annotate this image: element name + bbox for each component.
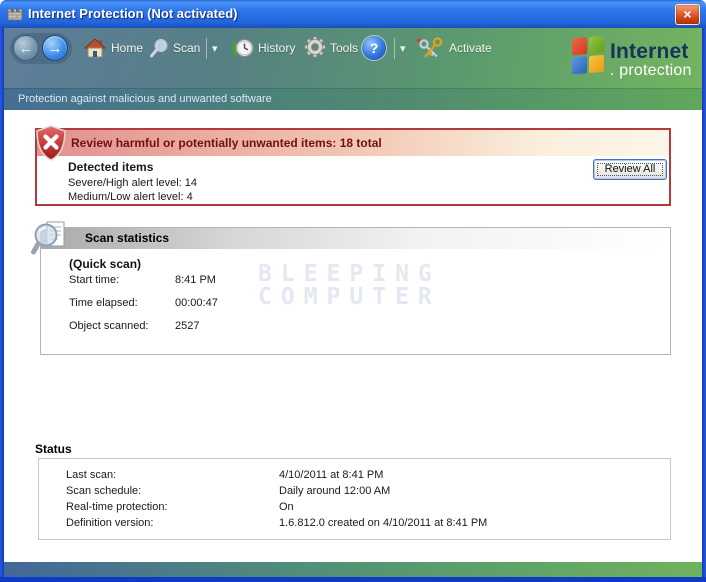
alert-banner: Review harmful or potentially unwanted i… bbox=[37, 130, 669, 156]
status-row-realtime-protection: Real-time protection: On bbox=[66, 501, 294, 513]
help-button[interactable]: ? bbox=[362, 36, 386, 60]
forward-arrow-icon: → bbox=[47, 40, 63, 57]
status-label: Definition version: bbox=[66, 517, 154, 529]
bottom-gradient-bar bbox=[4, 562, 702, 577]
status-value: 1.6.812.0 created on 4/10/2011 at 8:41 P… bbox=[279, 517, 488, 529]
status-section-title: Status bbox=[35, 442, 72, 456]
activate-button[interactable]: Activate bbox=[449, 41, 492, 55]
stat-label: Object scanned: bbox=[69, 320, 149, 332]
scan-button[interactable]: Scan bbox=[173, 41, 200, 55]
app-castle-icon bbox=[7, 8, 23, 21]
back-button[interactable]: ← bbox=[13, 35, 39, 61]
brand-logo: Internet . protection bbox=[610, 41, 692, 79]
scan-type: (Quick scan) bbox=[69, 257, 142, 271]
alert-banner-text: Review harmful or potentially unwanted i… bbox=[71, 136, 382, 150]
status-label: Scan schedule: bbox=[66, 485, 142, 497]
main-content: BLEEPING COMPUTER Review harmful or pote… bbox=[4, 110, 702, 562]
logo-pane-blue bbox=[572, 56, 587, 75]
scan-stats-magnifier-icon bbox=[31, 221, 65, 255]
status-row-last-scan: Last scan: 4/10/2011 at 8:41 PM bbox=[66, 469, 383, 481]
review-all-label: Review All bbox=[604, 163, 656, 175]
tools-button[interactable]: Tools bbox=[330, 41, 358, 55]
help-icon: ? bbox=[369, 40, 379, 56]
close-icon: × bbox=[683, 6, 692, 22]
alert-shield-icon bbox=[36, 125, 66, 161]
history-icon[interactable] bbox=[232, 37, 254, 59]
window-border-bottom bbox=[0, 577, 706, 582]
stat-row-start-time: Start time: 8:41 PM bbox=[69, 274, 216, 286]
separator bbox=[206, 38, 207, 59]
logo-pane-yellow bbox=[589, 54, 604, 73]
stat-label: Start time: bbox=[69, 274, 120, 286]
home-icon[interactable] bbox=[84, 38, 106, 58]
window-border-left bbox=[0, 28, 4, 577]
tagline-text: Protection against malicious and unwante… bbox=[18, 93, 272, 105]
status-label: Real-time protection: bbox=[66, 501, 168, 513]
forward-button[interactable]: → bbox=[42, 35, 68, 61]
windows-flag-logo bbox=[572, 35, 606, 77]
detected-items-block: Detected items Severe/High alert level: … bbox=[68, 160, 197, 204]
medium-alert-count: Medium/Low alert level: 4 bbox=[68, 191, 193, 203]
brand-name-top: Internet bbox=[610, 40, 689, 63]
toolbar-band: ← → Home Scan ▾ History Tools ? ▾ Activa… bbox=[0, 28, 706, 110]
scan-dropdown-caret-icon[interactable]: ▾ bbox=[212, 42, 218, 55]
window-border-right bbox=[702, 28, 706, 577]
stat-row-time-elapsed: Time elapsed: 00:00:47 bbox=[69, 297, 218, 309]
tagline-bar: Protection against malicious and unwante… bbox=[0, 88, 706, 110]
app-window: Internet Protection (Not activated) × ← … bbox=[0, 0, 706, 582]
stat-value: 8:41 PM bbox=[175, 274, 216, 286]
stat-value: 2527 bbox=[175, 320, 200, 332]
history-button[interactable]: History bbox=[258, 41, 295, 55]
detected-items-title: Detected items bbox=[68, 160, 154, 174]
logo-pane-green bbox=[589, 35, 604, 54]
stat-value: 00:00:47 bbox=[175, 297, 218, 309]
status-panel: Last scan: 4/10/2011 at 8:41 PM Scan sche… bbox=[38, 458, 671, 540]
scan-statistics-panel: Scan statistics (Quick scan) Start time:… bbox=[31, 221, 671, 355]
status-label: Last scan: bbox=[66, 469, 117, 481]
stat-row-objects-scanned: Object scanned: 2527 bbox=[69, 320, 199, 332]
status-row-scan-schedule: Scan schedule: Daily around 12:00 AM bbox=[66, 485, 390, 497]
status-value: 4/10/2011 at 8:41 PM bbox=[279, 469, 384, 481]
separator bbox=[394, 38, 395, 59]
review-all-button[interactable]: Review All bbox=[593, 159, 667, 180]
logo-pane-red bbox=[572, 37, 587, 56]
titlebar[interactable]: Internet Protection (Not activated) × bbox=[0, 0, 706, 28]
close-button[interactable]: × bbox=[675, 4, 700, 25]
back-arrow-icon: ← bbox=[18, 40, 34, 57]
window-title: Internet Protection (Not activated) bbox=[28, 6, 238, 21]
stat-label: Time elapsed: bbox=[69, 297, 138, 309]
severe-alert-count: Severe/High alert level: 14 bbox=[68, 177, 198, 189]
status-value: On bbox=[279, 501, 294, 513]
brand-name-bottom: . protection bbox=[610, 62, 692, 79]
home-button[interactable]: Home bbox=[111, 41, 143, 55]
scan-statistics-header: Scan statistics bbox=[41, 228, 670, 249]
status-row-definition-version: Definition version: 1.6.812.0 created on … bbox=[66, 517, 487, 529]
status-value: Daily around 12:00 AM bbox=[279, 485, 391, 497]
alert-panel: Review harmful or potentially unwanted i… bbox=[35, 125, 671, 206]
tools-gear-icon[interactable] bbox=[304, 36, 326, 58]
scan-magnifier-icon[interactable] bbox=[149, 38, 169, 58]
help-dropdown-caret-icon[interactable]: ▾ bbox=[400, 42, 406, 55]
activate-keys-icon[interactable] bbox=[416, 36, 444, 60]
